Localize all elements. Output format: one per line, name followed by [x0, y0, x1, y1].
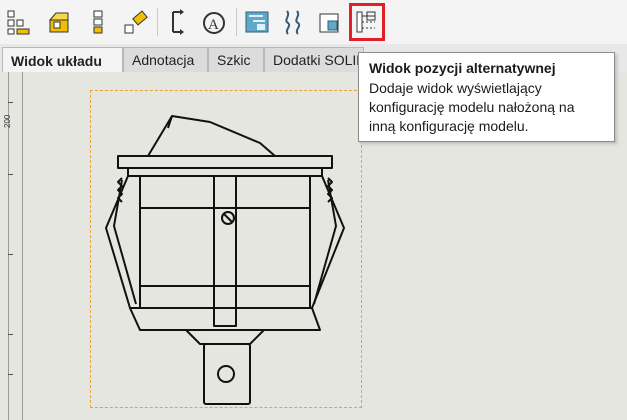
standard-3-view-icon[interactable] [3, 4, 35, 40]
tab-adnotacja[interactable]: Adnotacja [123, 47, 208, 72]
section-view-icon[interactable] [162, 4, 194, 40]
svg-text:A: A [208, 17, 219, 33]
drawing-toolbar: A [0, 0, 627, 44]
tab-label: Widok układu [11, 52, 102, 69]
tooltip: Widok pozycji alternatywnej Dodaje widok… [358, 52, 615, 142]
selected-tool-highlight [349, 3, 385, 41]
tab-szkic[interactable]: Szkic [208, 47, 264, 72]
model-view-icon[interactable] [43, 4, 75, 40]
vertical-ruler: 200 [0, 72, 23, 420]
tab-dodatki-solidworks[interactable]: Dodatki SOLIDWORKS [264, 47, 364, 72]
auxiliary-view-icon[interactable] [120, 4, 152, 40]
break-view-icon[interactable] [277, 4, 309, 40]
tab-widok-ukladu[interactable]: Widok układu [2, 47, 123, 73]
tab-label: Szkic [217, 52, 251, 68]
crop-view-icon[interactable] [314, 4, 346, 40]
detail-view-icon[interactable]: A [198, 4, 230, 40]
rocker-switch-drawing[interactable] [100, 108, 360, 418]
tab-label: Dodatki SOLIDWORKS [273, 52, 364, 68]
tooltip-body: Dodaje widok wyświetlający konfigurację … [369, 80, 575, 134]
ruler-label: 200 [3, 114, 12, 128]
projected-view-icon[interactable] [83, 4, 115, 40]
tooltip-title: Widok pozycji alternatywnej [369, 60, 556, 76]
tab-label: Adnotacja [132, 52, 195, 68]
broken-out-section-icon[interactable] [241, 4, 273, 40]
